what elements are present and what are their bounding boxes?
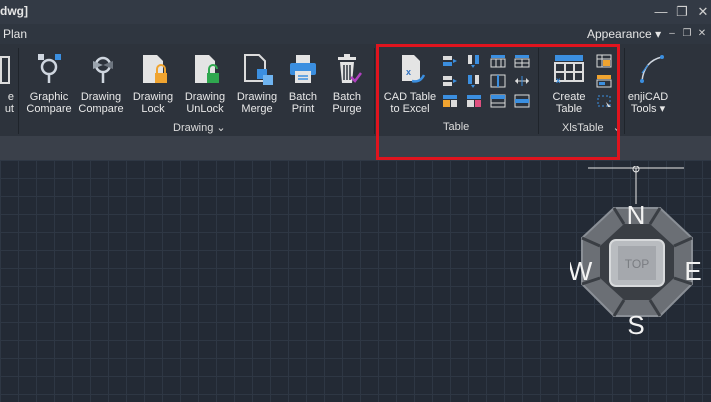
title-bar: dwg] — ❐ ✕ [0, 0, 711, 24]
partial-icon [0, 56, 10, 84]
tab-plan[interactable]: Plan [3, 27, 27, 41]
drawing-compare-button[interactable]: Drawing Compare [76, 48, 126, 118]
batch-purge-label-2: Purge [332, 103, 362, 115]
unlock-icon [195, 55, 219, 83]
drawing-merge-label-2: Merge [241, 103, 273, 115]
compass-west-label[interactable]: W [570, 256, 593, 286]
doc-minimize-button[interactable]: – [665, 26, 679, 42]
batch-print-label-1: Batch [288, 91, 318, 103]
close-button[interactable]: ✕ [692, 2, 711, 22]
drawing-group-title: Drawing [173, 122, 214, 134]
window-title: dwg] [0, 4, 28, 18]
appearance-menu[interactable]: Appearance ▾ [587, 27, 661, 41]
ribbon-separator [374, 48, 375, 134]
ribbon-tab-bar: Plan Appearance ▾ – ❐ ✕ [0, 24, 711, 44]
partial-label-2: ut [4, 103, 14, 115]
batch-print-button[interactable]: Batch Print [278, 48, 328, 118]
graphic-compare-icon [38, 54, 61, 83]
partial-label-1: e [7, 91, 14, 103]
compass-south-label[interactable]: S [627, 310, 644, 340]
drawing-unlock-label-1: Drawing [184, 91, 226, 103]
minimize-button[interactable]: — [650, 2, 672, 22]
highlight-box [376, 44, 620, 160]
appearance-label: Appearance [587, 27, 652, 41]
chevron-down-icon: ▾ [659, 103, 666, 115]
drawing-merge-label-1: Drawing [236, 91, 278, 103]
chevron-down-icon: ▾ [655, 27, 662, 41]
ribbon-separator [624, 48, 625, 134]
tools-icon [640, 55, 664, 83]
tools-button[interactable]: enjiCAD Tools ▾ [626, 48, 670, 118]
printer-icon [290, 55, 316, 83]
compass-north-label[interactable]: N [627, 200, 646, 230]
tools-label-text: Tools [630, 103, 657, 115]
ribbon-separator [18, 48, 19, 134]
doc-restore-button[interactable]: ❐ [680, 26, 694, 42]
drawing-compare-label-1: Drawing [80, 91, 122, 103]
viewcube-compass[interactable]: TOP N S W E [570, 166, 711, 342]
graphic-compare-label-2: Compare [26, 103, 72, 115]
drawing-lock-label-1: Drawing [132, 91, 174, 103]
drawing-compare-icon [93, 56, 113, 83]
tools-label-2: Tools ▾ [626, 103, 670, 115]
trash-icon [338, 54, 362, 83]
batch-purge-button[interactable]: Batch Purge [322, 48, 372, 118]
lock-icon [143, 55, 167, 83]
partial-left-button[interactable]: e ut [0, 48, 16, 118]
drawing-lock-label-2: Lock [141, 103, 165, 115]
restore-button[interactable]: ❐ [671, 2, 693, 22]
merge-icon [244, 54, 273, 85]
chevron-down-icon: ⌄ [216, 122, 226, 134]
drawing-lock-button[interactable]: Drawing Lock [128, 48, 178, 118]
drawing-merge-button[interactable]: Drawing Merge [232, 48, 282, 118]
viewcube-top-label: TOP [625, 257, 649, 271]
graphic-compare-button[interactable]: Graphic Compare [24, 48, 74, 118]
drawing-group-label[interactable]: Drawing ⌄ [173, 121, 226, 134]
drawing-compare-label-2: Compare [78, 103, 124, 115]
drawing-unlock-label-2: UnLock [186, 103, 224, 115]
compass-east-label[interactable]: E [684, 256, 701, 286]
batch-purge-label-1: Batch [332, 91, 362, 103]
tools-label-1: enjiCAD [627, 91, 669, 103]
doc-close-button[interactable]: ✕ [695, 26, 709, 42]
batch-print-label-2: Print [291, 103, 315, 115]
graphic-compare-label-1: Graphic [29, 91, 69, 103]
drawing-unlock-button[interactable]: Drawing UnLock [180, 48, 230, 118]
